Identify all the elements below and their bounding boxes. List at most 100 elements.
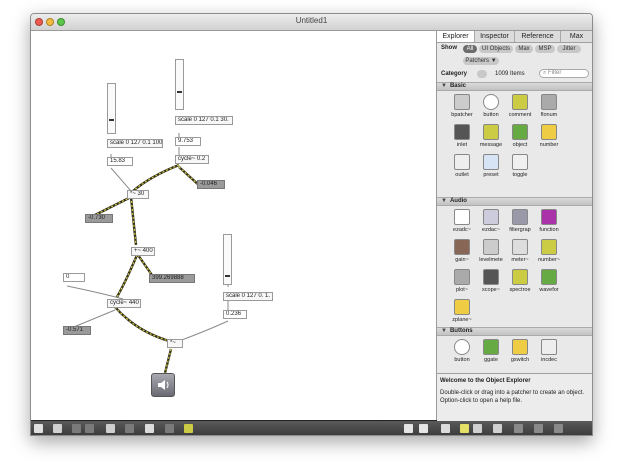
grid-view-icon[interactable]: [460, 424, 469, 433]
debug-icon[interactable]: [165, 424, 174, 433]
new-object-icon[interactable]: [106, 424, 115, 433]
filter-ui-objects[interactable]: UI Objects: [479, 45, 513, 53]
number-box[interactable]: 0: [63, 273, 85, 282]
disclosure-triangle-icon: ▼: [441, 198, 447, 204]
tab-explorer[interactable]: Explorer: [437, 31, 475, 42]
window-title: Untitled1: [295, 16, 328, 25]
explorer-item-preset[interactable]: preset: [476, 154, 506, 184]
explorer-item-flonum[interactable]: flonum: [534, 94, 564, 124]
number-box[interactable]: 9.753: [175, 137, 201, 146]
filter-search-field[interactable]: ⌕ Filter: [539, 69, 589, 78]
ezdac-speaker-icon[interactable]: [151, 373, 175, 397]
patcher-window: Untitled1 scale 0 127 0.1 100. scale 0 1…: [30, 13, 593, 436]
object-icon: [512, 269, 528, 285]
info-icon[interactable]: [125, 424, 134, 433]
filter-patchers-dropdown[interactable]: Patchers ▼: [463, 57, 499, 65]
scale-object-2[interactable]: scale 0 127 0.1 30.: [175, 116, 233, 125]
grid-icon[interactable]: [72, 424, 81, 433]
cycle-object-2[interactable]: cycle~ 440: [107, 299, 141, 308]
info-body: Double-click or drag into a patcher to c…: [440, 390, 585, 404]
category-toggle[interactable]: [477, 70, 487, 78]
explorer-item-button[interactable]: button: [447, 339, 477, 369]
signal-number-box[interactable]: -0.046: [197, 180, 225, 189]
tab-max[interactable]: Max: [561, 31, 592, 42]
add-icon[interactable]: [514, 424, 523, 433]
explorer-item-gain-[interactable]: gain~: [447, 239, 477, 269]
section-basic[interactable]: ▼ Basic: [437, 82, 592, 91]
signal-number-box[interactable]: -0.571: [63, 326, 91, 335]
title-bar: Untitled1: [31, 14, 592, 31]
slider-2[interactable]: [175, 59, 184, 110]
object-icon: [541, 269, 557, 285]
number-box[interactable]: 15.83: [107, 157, 133, 166]
audio-icon[interactable]: [145, 424, 154, 433]
explorer-item-button[interactable]: button: [476, 94, 506, 124]
number-box[interactable]: 0.236: [223, 310, 247, 319]
explorer-item-toggle[interactable]: toggle: [505, 154, 535, 184]
explorer-item-function[interactable]: function: [534, 209, 564, 239]
snap-icon[interactable]: [85, 424, 94, 433]
explorer-item-ezadc-[interactable]: ezadc~: [447, 209, 477, 239]
explorer-item-inlet[interactable]: inlet: [447, 124, 477, 154]
object-icon: [512, 339, 528, 355]
link-icon[interactable]: [493, 424, 502, 433]
presentation-icon[interactable]: [53, 424, 62, 433]
multiply-object-2[interactable]: *~: [167, 339, 183, 348]
scale-object-1[interactable]: scale 0 127 0.1 100.: [107, 139, 163, 148]
patch-cords: [66, 119, 229, 374]
explorer-item-incdec[interactable]: incdec: [534, 339, 564, 369]
single-view-icon[interactable]: [419, 424, 428, 433]
add-object[interactable]: +~ 400: [131, 247, 155, 256]
scale-object-3[interactable]: scale 0 127 0. 1.: [223, 292, 273, 301]
items-count: 1009 Items: [495, 71, 525, 77]
explorer-item-gswitch[interactable]: gswitch: [505, 339, 535, 369]
explorer-item-comment[interactable]: comment: [505, 94, 535, 124]
multiply-object-1[interactable]: *~ 30: [127, 190, 149, 199]
explorer-item-plot-[interactable]: plot~: [447, 269, 477, 299]
object-icon: [512, 154, 528, 170]
explorer-item-object[interactable]: object: [505, 124, 535, 154]
slider-1[interactable]: [107, 83, 116, 134]
section-buttons[interactable]: ▼ Buttons: [437, 327, 592, 336]
object-icon: [483, 154, 499, 170]
split-view-icon[interactable]: [404, 424, 413, 433]
object-icon: [541, 339, 557, 355]
object-icon: [483, 124, 499, 140]
explorer-item-meter-[interactable]: meter~: [505, 239, 535, 269]
filter-msp[interactable]: MSP: [535, 45, 555, 53]
patcher-canvas[interactable]: scale 0 127 0.1 100. scale 0 127 0.1 30.…: [31, 31, 435, 419]
explorer-item-bpatcher[interactable]: bpatcher: [447, 94, 477, 124]
filter-all[interactable]: All: [463, 45, 477, 53]
explorer-item-wavefor[interactable]: wavefor: [534, 269, 564, 299]
remove-icon[interactable]: [534, 424, 543, 433]
explorer-item-ezdac-[interactable]: ezdac~: [476, 209, 506, 239]
signal-number-box[interactable]: 399.269888: [149, 274, 195, 283]
lock-icon[interactable]: [34, 424, 43, 433]
explorer-item-outlet[interactable]: outlet: [447, 154, 477, 184]
filter-max[interactable]: Max: [515, 45, 533, 53]
explorer-item-ggate[interactable]: ggate: [476, 339, 506, 369]
clip-icon[interactable]: [554, 424, 563, 433]
explorer-item-spectroe[interactable]: spectroe: [505, 269, 535, 299]
object-icon: [454, 154, 470, 170]
sidebar-toggle-icon[interactable]: [441, 424, 450, 433]
explorer-item-number[interactable]: number: [534, 124, 564, 154]
filter-jitter[interactable]: Jitter: [557, 45, 581, 53]
slider-3[interactable]: [223, 234, 232, 285]
tab-inspector[interactable]: Inspector: [475, 31, 515, 42]
list-view-icon[interactable]: [473, 424, 482, 433]
section-audio[interactable]: ▼ Audio: [437, 197, 592, 206]
object-icon: [454, 339, 470, 355]
explorer-item-message[interactable]: message: [476, 124, 506, 154]
mixer-icon[interactable]: [184, 424, 193, 433]
explorer-item-scope-[interactable]: scope~: [476, 269, 506, 299]
object-icon: [541, 239, 557, 255]
object-icon: [483, 94, 499, 110]
cycle-object-1[interactable]: cycle~ 0.2: [175, 155, 209, 164]
tab-reference[interactable]: Reference: [515, 31, 561, 42]
explorer-item-levelmete[interactable]: levelmete: [476, 239, 506, 269]
signal-number-box[interactable]: -0.730: [85, 214, 113, 223]
explorer-item-number-[interactable]: number~: [534, 239, 564, 269]
explorer-item-filtergrap[interactable]: filtergrap: [505, 209, 535, 239]
explorer-item-zplane-[interactable]: zplane~: [447, 299, 477, 329]
